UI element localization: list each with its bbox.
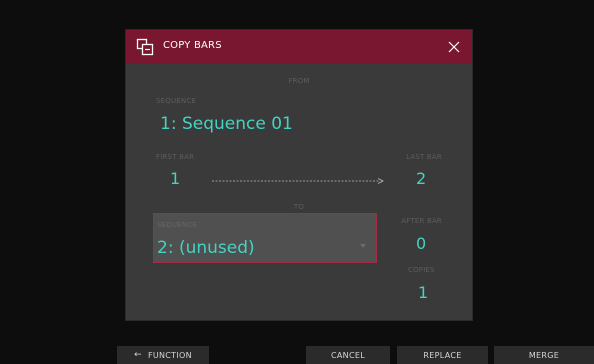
right-arrow-icon [212, 178, 384, 184]
function-button-label: FUNCTION [147, 350, 192, 360]
replace-button[interactable]: REPLACE [397, 346, 488, 364]
last-bar-value[interactable]: 2 [416, 169, 426, 188]
to-sequence-dropdown[interactable]: SEQUENCE 2: (unused) [153, 213, 377, 263]
from-section-label: FROM [288, 77, 310, 85]
chevron-down-icon [360, 244, 366, 248]
from-sequence-value[interactable]: 1: Sequence 01 [160, 114, 293, 134]
after-bar-value[interactable]: 0 [416, 234, 426, 253]
first-bar-value[interactable]: 1 [170, 169, 180, 188]
dialog-titlebar: COPY BARS [126, 30, 472, 64]
cancel-button-label: CANCEL [331, 350, 365, 360]
dialog-title: COPY BARS [163, 40, 222, 51]
to-sequence-label: SEQUENCE [157, 221, 198, 229]
from-sequence-label: SEQUENCE [156, 97, 197, 105]
copies-label: COPIES [408, 266, 435, 274]
copy-bars-dialog: COPY BARS FROM SEQUENCE 1: Sequence 01 F… [126, 30, 472, 320]
to-sequence-value: 2: (unused) [157, 238, 255, 258]
close-icon[interactable] [444, 37, 464, 57]
merge-button-label: MERGE [528, 350, 560, 360]
copies-value[interactable]: 1 [418, 283, 428, 302]
to-section-label: TO [293, 203, 305, 211]
left-arrow-icon: ← [134, 350, 142, 360]
bottom-button-bar: ← FUNCTION CANCEL REPLACE MERGE [0, 346, 594, 364]
replace-button-label: REPLACE [423, 350, 462, 360]
merge-button[interactable]: MERGE [494, 346, 594, 364]
cancel-button[interactable]: CANCEL [306, 346, 390, 364]
function-button[interactable]: ← FUNCTION [117, 346, 209, 364]
copy-bars-icon [136, 38, 154, 56]
first-bar-label: FIRST BAR [156, 153, 195, 161]
after-bar-label: AFTER BAR [401, 217, 442, 225]
last-bar-label: LAST BAR [406, 153, 442, 161]
